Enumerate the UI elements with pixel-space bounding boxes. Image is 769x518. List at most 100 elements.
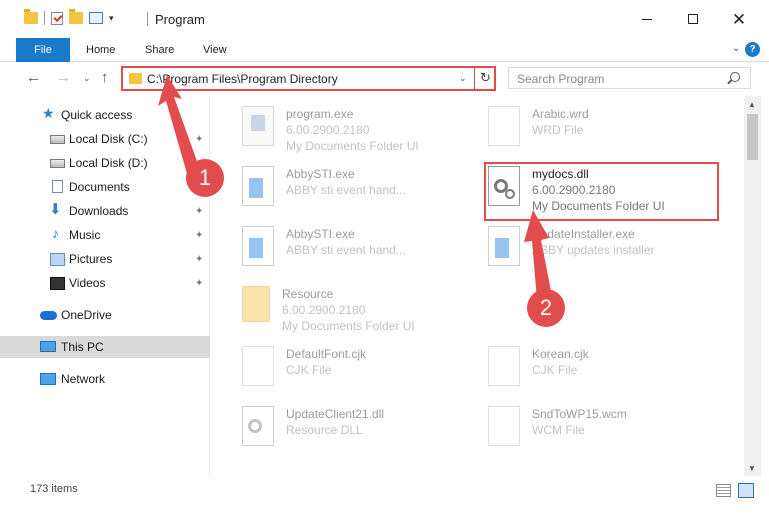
sidebar-item-local-disk-d[interactable]: Local Disk (D:) [0,152,210,174]
pin-icon[interactable]: ✦ [195,206,203,217]
folder-icon [242,286,270,322]
new-folder-icon[interactable] [69,9,83,24]
expand-ribbon-icon[interactable]: ⌄ [732,43,740,54]
address-divider [474,68,475,89]
folder-icon [129,73,142,84]
scrollbar-thumb[interactable] [747,114,758,160]
sidebar-item-pictures[interactable]: Pictures ✦ [0,248,210,270]
sidebar-item-local-disk-c[interactable]: Local Disk (C:) ✦ [0,128,210,150]
file-item[interactable]: Arabic.wrd WRD File [482,100,712,154]
file-item[interactable]: UpdateClient21.dll Resource DLL [236,400,466,454]
sidebar-item-label: Network [61,372,106,386]
view-options-icon[interactable] [89,12,103,24]
address-dropdown-icon[interactable]: ⌄ [459,73,467,84]
file-name: program.exe [286,107,354,121]
maximize-button[interactable] [670,0,716,38]
recent-locations-dropdown-icon[interactable]: ⌄ [83,73,91,84]
file-item[interactable]: AbbySTI.exe ABBY sti event hand... [236,220,466,274]
step-badge-2: 2 [527,289,565,327]
window-title: Program [155,12,205,27]
scroll-down-icon[interactable]: ▼ [748,464,756,473]
search-icon[interactable] [730,72,740,82]
file-detail: ABBY sti event hand... [286,243,406,257]
sidebar-item-documents[interactable]: Documents ✦ [0,176,210,198]
sidebar-item-label: OneDrive [61,308,112,322]
file-detail: CJK File [286,363,332,377]
scroll-up-icon[interactable]: ▲ [748,100,756,109]
address-path[interactable]: C:\Program Files\Program Directory [147,72,338,86]
file-item[interactable]: UpdateInstaller.exe ABBY updates install… [482,220,712,274]
star-icon: ★ [42,105,55,121]
forward-arrow-icon[interactable]: → [56,69,71,86]
cloud-icon [40,311,57,320]
search-input[interactable]: Search Program [517,72,604,86]
pin-icon[interactable]: ✦ [195,278,203,289]
file-detail: My Documents Folder UI [282,319,415,333]
gear-icon [248,419,262,433]
file-name: SndToWP15.wcm [532,407,627,421]
file-name: UpdateClient21.dll [286,407,385,421]
properties-check-icon[interactable] [51,11,63,25]
navigation-bar: ← → ⌄ ↑ C:\Program Files\Program Directo… [0,62,769,94]
file-name: Korean.cjk [532,347,589,361]
search-box[interactable]: Search Program [508,67,751,89]
file-item[interactable]: DefaultFont.cjk CJK File [236,340,466,394]
sidebar-item-network[interactable]: Network [0,368,210,390]
music-icon: ♪ [52,225,59,241]
window-icon [242,166,274,206]
refresh-icon[interactable]: ↻ [480,70,491,86]
details-view-icon[interactable] [716,484,731,497]
sidebar-item-downloads[interactable]: ⬇ Downloads ✦ [0,200,210,222]
sidebar-item-label: Music [69,228,101,242]
file-detail: ABBY sti event hand... [286,183,406,197]
item-count: 173 items [30,483,78,495]
sidebar-item-label: Downloads [69,204,129,218]
up-arrow-icon[interactable]: ↑ [101,69,109,86]
file-detail: My Documents Folder UI [286,139,419,153]
sidebar-item-label: Local Disk (D:) [69,156,148,170]
file-name: DefaultFont.cjk [286,347,367,361]
file-detail: WCM File [532,423,585,437]
file-detail: 6.00.2900.2180 [286,123,370,137]
tab-home[interactable]: Home [86,38,115,62]
navigation-pane: ★ Quick access Local Disk (C:) ✦ Local D… [0,96,210,476]
file-name: UpdateInstaller.exe [532,227,635,241]
highlight-box [484,162,719,221]
sidebar-item-videos[interactable]: Videos ✦ [0,272,210,294]
folder-icon[interactable] [24,9,38,24]
computer-icon [40,341,56,352]
sidebar-item-this-pc[interactable]: This PC [0,336,210,358]
page-icon [488,406,520,446]
tab-file[interactable]: File [16,38,70,62]
sidebar-item-label: Local Disk (C:) [69,132,148,146]
quick-access-toolbar: ▾ [24,9,114,25]
file-item[interactable]: program.exe 6.00.2900.2180 My Documents … [236,100,466,154]
file-item[interactable]: Resource 6.00.2900.2180 My Documents Fol… [236,280,466,334]
file-name: AbbySTI.exe [286,167,355,181]
sidebar-item-music[interactable]: ♪ Music ✦ [0,224,210,246]
tab-share[interactable]: Share [145,38,174,62]
vertical-scrollbar[interactable]: ▲ ▼ [744,96,761,476]
pin-icon[interactable]: ✦ [195,230,203,241]
pin-icon[interactable]: ✦ [195,134,203,145]
file-detail: ABBY updates installer [532,243,655,257]
back-arrow-icon[interactable]: ← [26,69,41,86]
toolbar-divider [44,11,45,25]
sidebar-item-onedrive[interactable]: OneDrive [0,304,210,326]
sidebar-item-quick-access[interactable]: ★ Quick access [0,104,210,126]
tab-view[interactable]: View [203,38,227,62]
customize-toolbar-dropdown-icon[interactable]: ▾ [109,13,114,24]
address-bar[interactable]: C:\Program Files\Program Directory ⌄ ↻ [121,66,496,91]
file-name: Arabic.wrd [532,107,589,121]
sidebar-item-label: Pictures [69,252,113,266]
pin-icon[interactable]: ✦ [195,254,203,265]
file-item[interactable]: SndToWP15.wcm WCM File [482,400,712,454]
close-button[interactable]: ✕ [716,0,762,38]
minimize-button[interactable] [624,0,670,38]
file-item[interactable]: AbbySTI.exe ABBY sti event hand... [236,160,466,214]
help-icon[interactable]: ? [745,42,760,57]
large-icons-view-icon[interactable] [738,483,754,498]
page-icon [488,346,520,386]
download-icon: ⬇ [49,201,62,218]
file-item[interactable]: Korean.cjk CJK File [482,340,712,394]
